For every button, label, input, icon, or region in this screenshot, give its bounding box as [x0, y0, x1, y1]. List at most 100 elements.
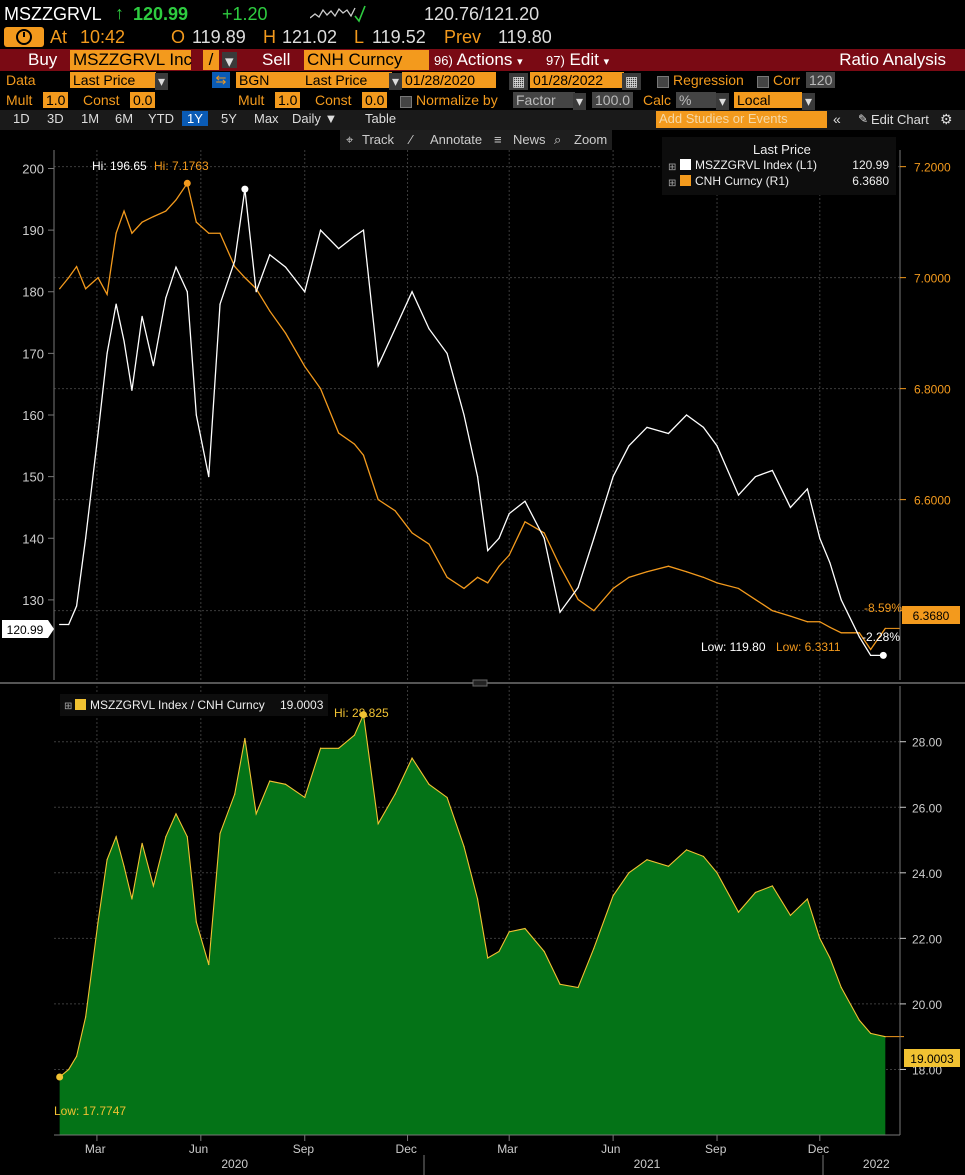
action-bar: Buy MSZZGRVL Inc / ▾ Sell CNH Curncy 96)…	[0, 49, 965, 71]
mszzgrvl-point	[186, 291, 188, 293]
tab-daily[interactable]: Daily ▼	[287, 111, 342, 126]
mult-input[interactable]: 1.0	[43, 92, 69, 108]
quote-time: 10:42	[80, 27, 126, 47]
cnh-point	[362, 454, 365, 456]
cnh-point	[394, 510, 396, 512]
tab-table[interactable]: Table	[360, 111, 401, 126]
x-tick-label: Sep	[705, 1142, 727, 1156]
prev-label: Prev	[444, 27, 482, 47]
edit-chart-button[interactable]: Edit Chart	[871, 112, 929, 127]
ratio-point	[498, 950, 500, 953]
ratio-analysis-chart[interactable]: Hi: 196.65 Hi: 7.1763 Low: 119.80 Low: 6.33…	[0, 130, 965, 1175]
tab-1d[interactable]: 1D	[8, 111, 35, 126]
corr-checkbox[interactable]	[757, 75, 769, 91]
cnh-point	[806, 621, 808, 623]
prev-value: 119.80	[498, 27, 552, 47]
ratio-tick-label: 22.00	[912, 932, 942, 946]
cnh-point	[131, 232, 133, 234]
mszzgrvl-point	[524, 500, 526, 502]
high-label: H	[263, 27, 276, 47]
tab-ytd[interactable]: YTD	[143, 111, 179, 126]
mult2-input[interactable]: 1.0	[275, 92, 301, 108]
at-label: At	[50, 27, 68, 47]
cnh-point	[208, 232, 210, 234]
bgn-source-select[interactable]: BGN	[236, 72, 302, 88]
sell-field-dropdown-icon[interactable]: ▾	[389, 73, 403, 90]
ratio-point	[244, 737, 246, 740]
cnh-point	[411, 532, 413, 534]
cnh-point	[68, 277, 70, 279]
const2-input[interactable]: 0.0	[362, 92, 388, 108]
cnh-point	[543, 532, 545, 534]
tab-1y[interactable]: 1Y	[182, 111, 208, 126]
ratio-point	[476, 898, 479, 900]
calc-select[interactable]: %	[676, 92, 716, 108]
mszzgrvl-last-tag-text: 120.99	[7, 623, 44, 637]
currency-select[interactable]: Local	[734, 92, 802, 108]
collapse-icon[interactable]: «	[833, 111, 841, 127]
ratio-point	[646, 859, 648, 861]
end-calendar-icon[interactable]: ▦	[622, 73, 642, 90]
ratio-tick-label: 20.00	[912, 998, 942, 1012]
cnh-point	[559, 565, 561, 567]
year-label: 2020	[221, 1157, 248, 1171]
tab-5y[interactable]: 5Y	[216, 111, 242, 126]
legend-cnh-value: 6.3680	[852, 174, 889, 188]
buy-label: Buy	[28, 50, 58, 69]
const-input[interactable]: 0.0	[130, 92, 156, 108]
legend-mszzgrvl-name: MSZZGRVL Index (L1)	[695, 158, 817, 172]
ratio-point	[628, 872, 630, 874]
edit-menu[interactable]: 97) Edit ▾	[546, 50, 609, 70]
cnh-point	[737, 587, 740, 590]
currency-dropdown-icon[interactable]: ▾	[802, 93, 816, 110]
cnh-point	[141, 221, 143, 223]
data-field-dropdown-icon[interactable]: ▾	[155, 73, 169, 90]
cnh-point	[123, 210, 125, 212]
start-date-input[interactable]: 01/28/2020	[402, 72, 496, 88]
mszzgrvl-point	[377, 365, 379, 367]
const2-label: Const	[315, 92, 352, 108]
calc-label: Calc	[643, 92, 672, 108]
ratio-hi-label: Hi: 28.825	[334, 706, 389, 720]
tab-1m[interactable]: 1M	[76, 111, 104, 126]
expand-icon: ⊞	[64, 701, 72, 712]
normalize-dropdown-icon[interactable]: ▾	[573, 93, 587, 110]
buy-security-input[interactable]: MSZZGRVL Inc	[70, 50, 192, 70]
corr-window-input[interactable]: 120	[806, 72, 836, 88]
calc-dropdown-icon[interactable]: ▾	[716, 93, 730, 110]
cnh-point	[702, 576, 705, 578]
mszzgrvl-point	[338, 248, 340, 250]
normalize-factor-input[interactable]: 100.0	[592, 92, 634, 108]
end-date-input[interactable]: 01/28/2022	[530, 72, 624, 88]
ratio-operator[interactable]: /	[203, 50, 219, 70]
cnh-point	[593, 610, 595, 612]
data-label: Data	[6, 72, 36, 88]
tab-3d[interactable]: 3D	[42, 111, 69, 126]
left-tick-label: 170	[22, 346, 44, 361]
regression-checkbox[interactable]	[657, 75, 669, 91]
ratio-point	[577, 986, 579, 989]
open-value: 119.89	[192, 27, 246, 47]
add-studies-input[interactable]: Add Studies or Events	[656, 111, 827, 128]
low-value: 119.52	[372, 27, 426, 47]
mszzgrvl-point	[234, 260, 236, 262]
ratio-point	[858, 1019, 860, 1021]
sell-security-input[interactable]: CNH Curncy	[304, 50, 429, 70]
tab-max[interactable]: Max	[249, 111, 284, 126]
tab-6m[interactable]: 6M	[110, 111, 138, 126]
mszzgrvl-point	[141, 315, 143, 317]
right-tick-label: 7.0000	[914, 272, 951, 286]
cnh-point	[524, 521, 526, 523]
actions-menu[interactable]: 96) Actions ▾	[434, 50, 523, 70]
operator-dropdown-icon[interactable]: ▾	[222, 52, 237, 71]
cnh-hi-marker	[183, 179, 191, 187]
swap-icon[interactable]: ⇆	[212, 72, 230, 88]
normalize-method-select[interactable]: Factor	[513, 92, 575, 108]
data-field-select[interactable]: Last Price	[70, 72, 156, 88]
ratio-point	[175, 813, 177, 815]
legend-swatch-white	[680, 159, 691, 170]
sell-field-select[interactable]: Last Price	[302, 72, 392, 88]
gear-icon[interactable]: ⚙	[940, 111, 953, 128]
normalize-checkbox[interactable]	[400, 95, 412, 111]
actions-chevron-icon: ▾	[517, 56, 523, 68]
